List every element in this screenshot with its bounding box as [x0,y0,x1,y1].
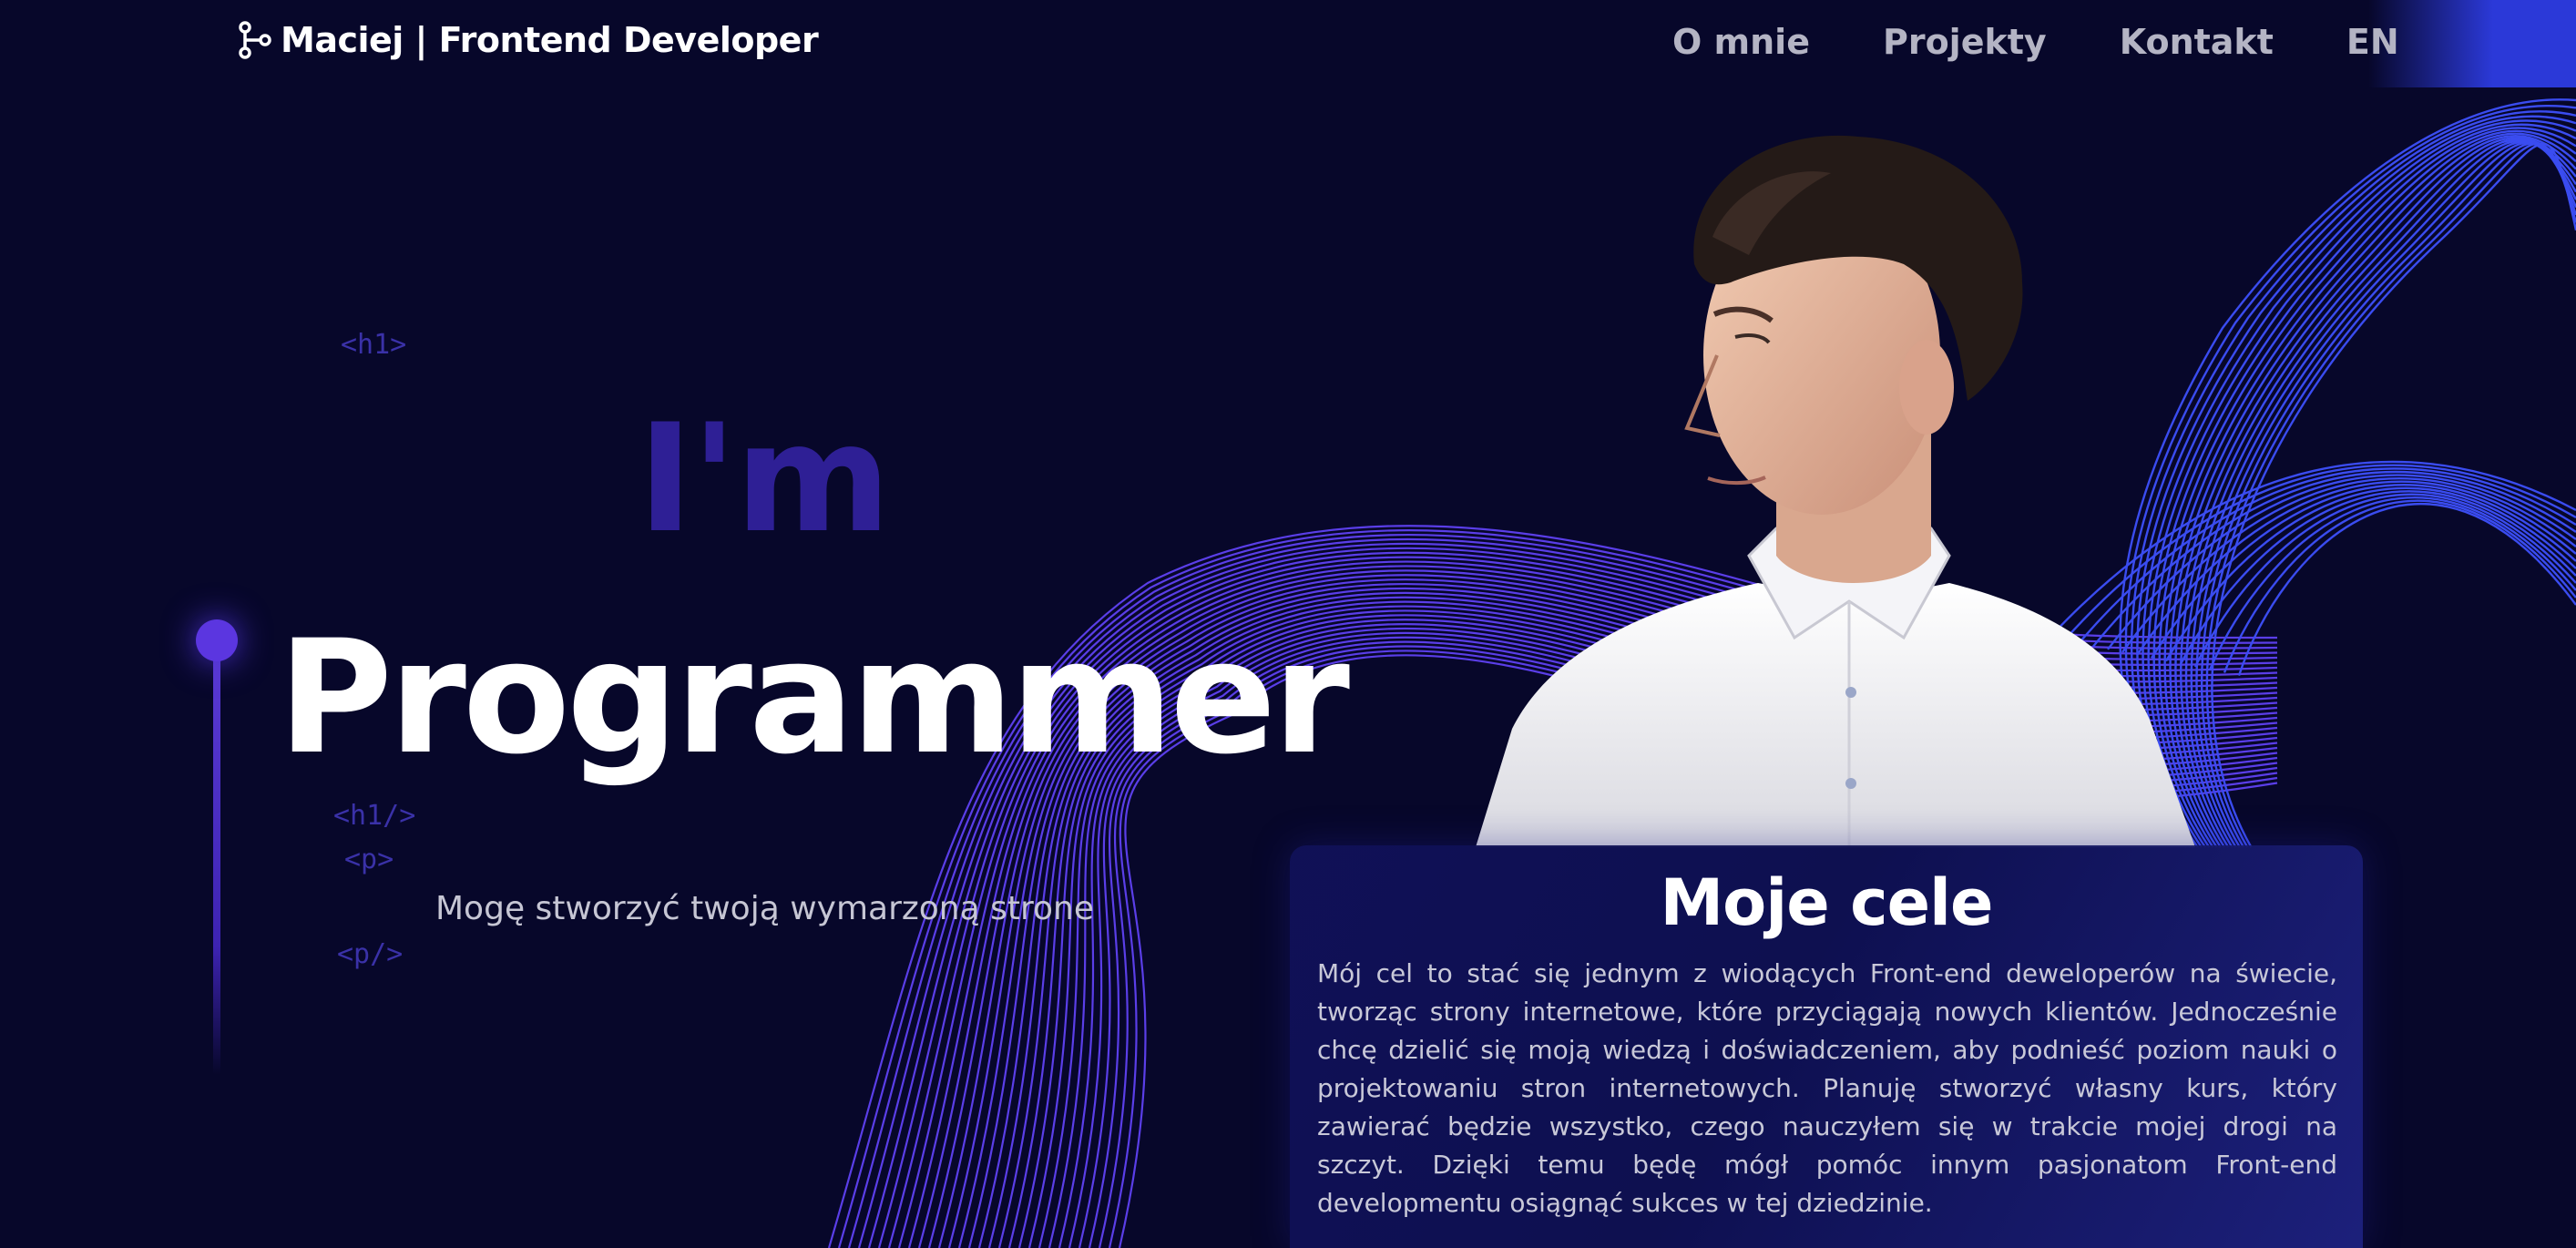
language-switch[interactable]: EN [2346,22,2399,62]
portrait-photo [1476,135,2195,847]
timeline-line [213,647,220,1075]
goals-text: Mój cel to stać się jednym z wiodących F… [1317,958,2337,1218]
tag-p-open: <p> [344,844,394,875]
site-logo[interactable]: Maciej | Frontend Developer [237,20,819,60]
timeline-dot [196,619,238,661]
git-branch-icon [239,21,271,59]
goals-title: Moje cele [1660,865,1993,940]
tag-p-close: <p/> [337,938,404,970]
nav-link-about[interactable]: O mnie [1672,22,1810,62]
logo-text: Maciej | Frontend Developer [281,20,819,60]
nav-link-contact[interactable]: Kontakt [2120,22,2274,62]
hero-title: Programmer [278,606,1350,789]
nav-link-projects[interactable]: Projekty [1883,22,2047,62]
tag-h1-close: <h1/> [333,800,416,832]
hero-subtitle: Mogę stworzyć twoją wymarzoną strone [435,890,1094,927]
nav-links: O mnie Projekty Kontakt EN [1672,22,2399,62]
tag-h1-open: <h1> [341,329,407,361]
wave-line [2237,503,2576,676]
hero-im: I'm [638,392,891,566]
top-navigation: Maciej | Frontend Developer O mnie Proje… [0,0,2576,87]
goals-card: Moje cele Mój cel to stać się jednym z w… [1290,845,2363,1248]
